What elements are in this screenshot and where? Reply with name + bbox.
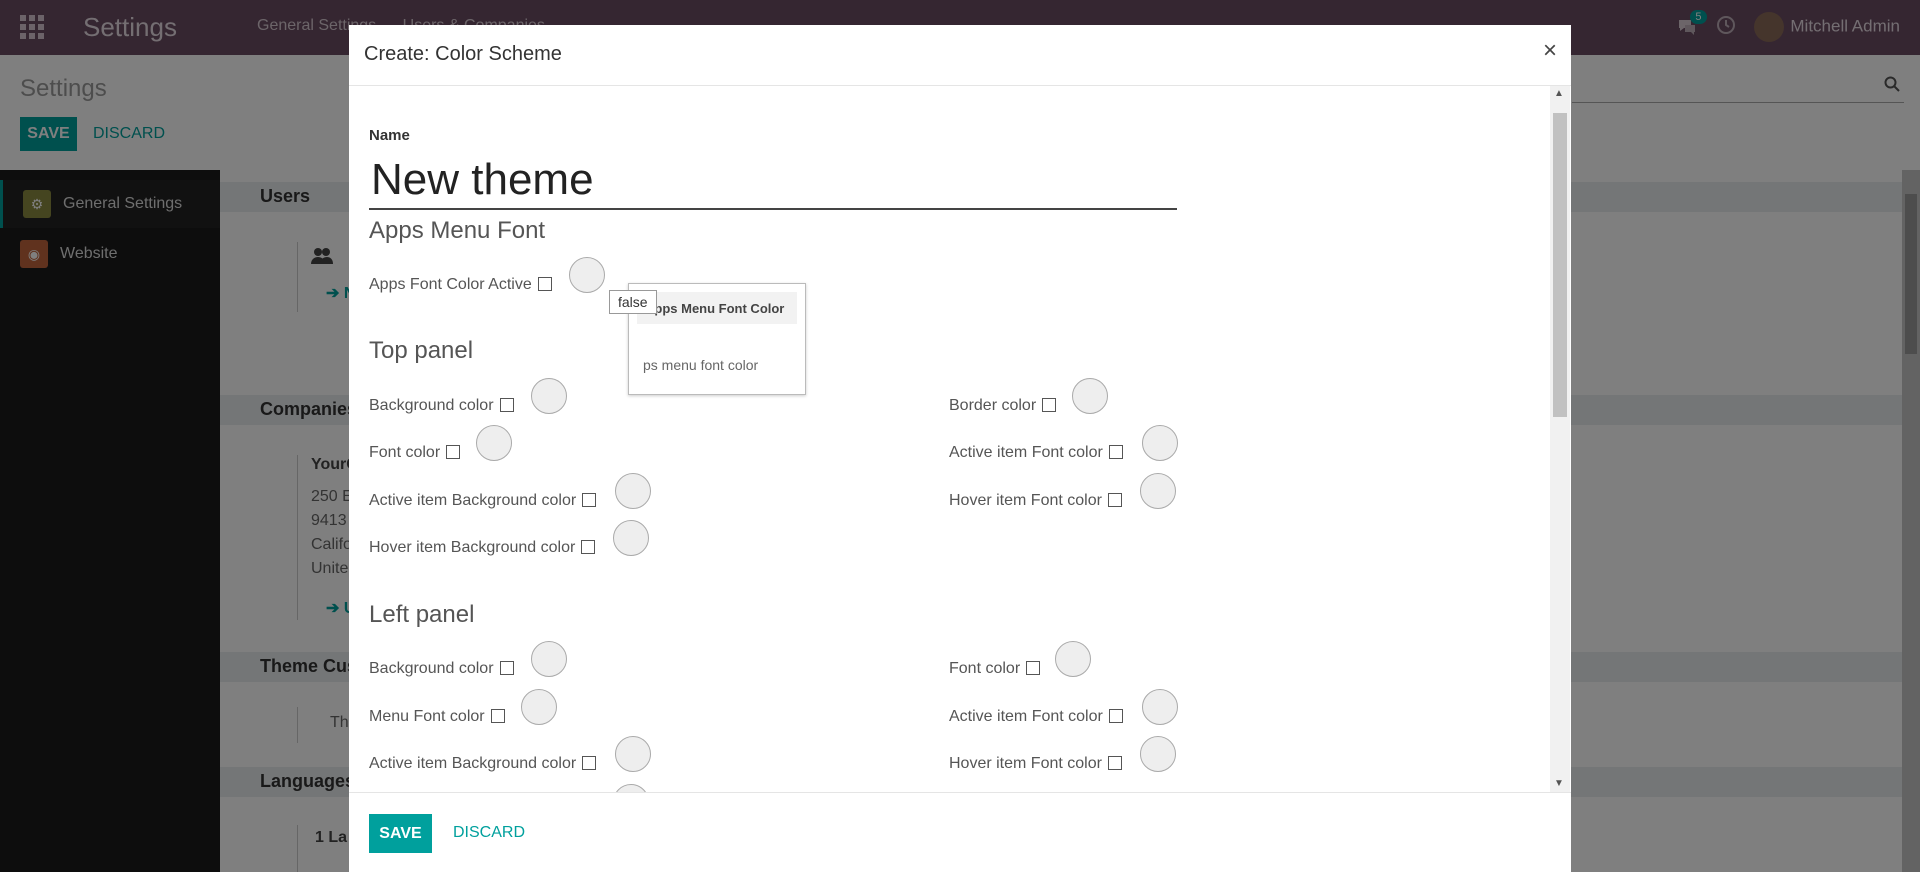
dialog-body: Name Apps Menu Font Apps Font Color Acti… <box>349 86 1571 792</box>
left-bg-color-checkbox[interactable] <box>499 660 514 675</box>
top-hover-bg-color-swatch[interactable] <box>613 520 649 556</box>
scroll-up-icon[interactable]: ▲ <box>1554 88 1564 99</box>
left-font-color-swatch[interactable] <box>1055 641 1091 677</box>
dialog-title: Create: Color Scheme <box>364 43 562 65</box>
top-active-bg-color-checkbox[interactable] <box>582 492 597 507</box>
top-active-font-color-checkbox[interactable] <box>1108 444 1123 459</box>
top-hover-font-color-checkbox[interactable] <box>1107 492 1122 507</box>
top-hover-font-color-field: Hover item Font color <box>949 492 1122 510</box>
left-hover-font-color-swatch[interactable] <box>1140 736 1176 772</box>
top-bg-color-field: Background color <box>369 397 514 415</box>
top-active-bg-color-swatch[interactable] <box>615 473 651 509</box>
left-active-bg-color-swatch[interactable] <box>615 736 651 772</box>
left-active-font-color-checkbox[interactable] <box>1108 708 1123 723</box>
left-hover-font-color-field: Hover item Font color <box>949 755 1122 773</box>
left-hover-bg-color-swatch[interactable] <box>613 784 649 792</box>
apps-font-color-active-checkbox[interactable] <box>537 276 552 291</box>
dialog-footer: SAVE DISCARD <box>349 792 1571 873</box>
top-bg-color-checkbox[interactable] <box>499 397 514 412</box>
left-menu-font-color-swatch[interactable] <box>521 689 557 725</box>
color-scheme-dialog: Create: Color Scheme × Name Apps Menu Fo… <box>349 25 1571 872</box>
apps-font-color-swatch[interactable] <box>569 257 605 293</box>
dialog-discard-button[interactable]: DISCARD <box>453 824 525 842</box>
top-hover-font-color-swatch[interactable] <box>1140 473 1176 509</box>
left-bg-color-field: Background color <box>369 660 514 678</box>
top-border-color-field: Border color <box>949 397 1057 415</box>
top-active-font-color-swatch[interactable] <box>1142 425 1178 461</box>
top-border-color-swatch[interactable] <box>1072 378 1108 414</box>
top-active-bg-color-field: Active item Background color <box>369 492 597 510</box>
left-active-bg-color-checkbox[interactable] <box>582 755 597 770</box>
dialog-save-button[interactable]: SAVE <box>369 814 432 853</box>
close-icon[interactable]: × <box>1543 39 1557 63</box>
left-active-font-color-swatch[interactable] <box>1142 689 1178 725</box>
left-menu-font-color-checkbox[interactable] <box>490 708 505 723</box>
dialog-scrollbar[interactable]: ▲ ▼ <box>1550 86 1570 792</box>
top-hover-bg-color-field: Hover item Background color <box>369 539 596 557</box>
top-font-color-field: Font color <box>369 444 461 462</box>
top-font-color-checkbox[interactable] <box>446 444 461 459</box>
left-font-color-checkbox[interactable] <box>1026 660 1041 675</box>
left-hover-font-color-checkbox[interactable] <box>1107 755 1122 770</box>
scroll-thumb[interactable] <box>1553 113 1567 417</box>
top-border-color-checkbox[interactable] <box>1042 397 1057 412</box>
left-font-color-field: Font color <box>949 660 1041 678</box>
left-bg-color-swatch[interactable] <box>531 641 567 677</box>
left-active-font-color-field: Active item Font color <box>949 708 1123 726</box>
apps-menu-font-heading: Apps Menu Font <box>369 217 546 244</box>
tooltip-title: Apps Menu Font Color <box>637 292 797 324</box>
top-active-font-color-field: Active item Font color <box>949 444 1123 462</box>
field-label: Apps Font Color Active <box>369 276 532 293</box>
left-panel-heading: Left panel <box>369 601 475 628</box>
name-label: Name <box>369 127 410 144</box>
tooltip-text: ps menu font color <box>643 357 759 373</box>
scroll-down-icon[interactable]: ▼ <box>1554 778 1564 789</box>
top-font-color-swatch[interactable] <box>476 425 512 461</box>
tooltip-value: false <box>609 290 657 314</box>
top-bg-color-swatch[interactable] <box>531 378 567 414</box>
top-panel-heading: Top panel <box>369 337 474 364</box>
name-input[interactable] <box>369 152 1177 210</box>
dialog-header: Create: Color Scheme × <box>349 25 1571 86</box>
left-menu-font-color-field: Menu Font color <box>369 708 505 726</box>
top-hover-bg-color-checkbox[interactable] <box>581 539 596 554</box>
left-active-bg-color-field: Active item Background color <box>369 755 597 773</box>
field-apps-font-color-active: Apps Font Color Active <box>369 276 552 294</box>
